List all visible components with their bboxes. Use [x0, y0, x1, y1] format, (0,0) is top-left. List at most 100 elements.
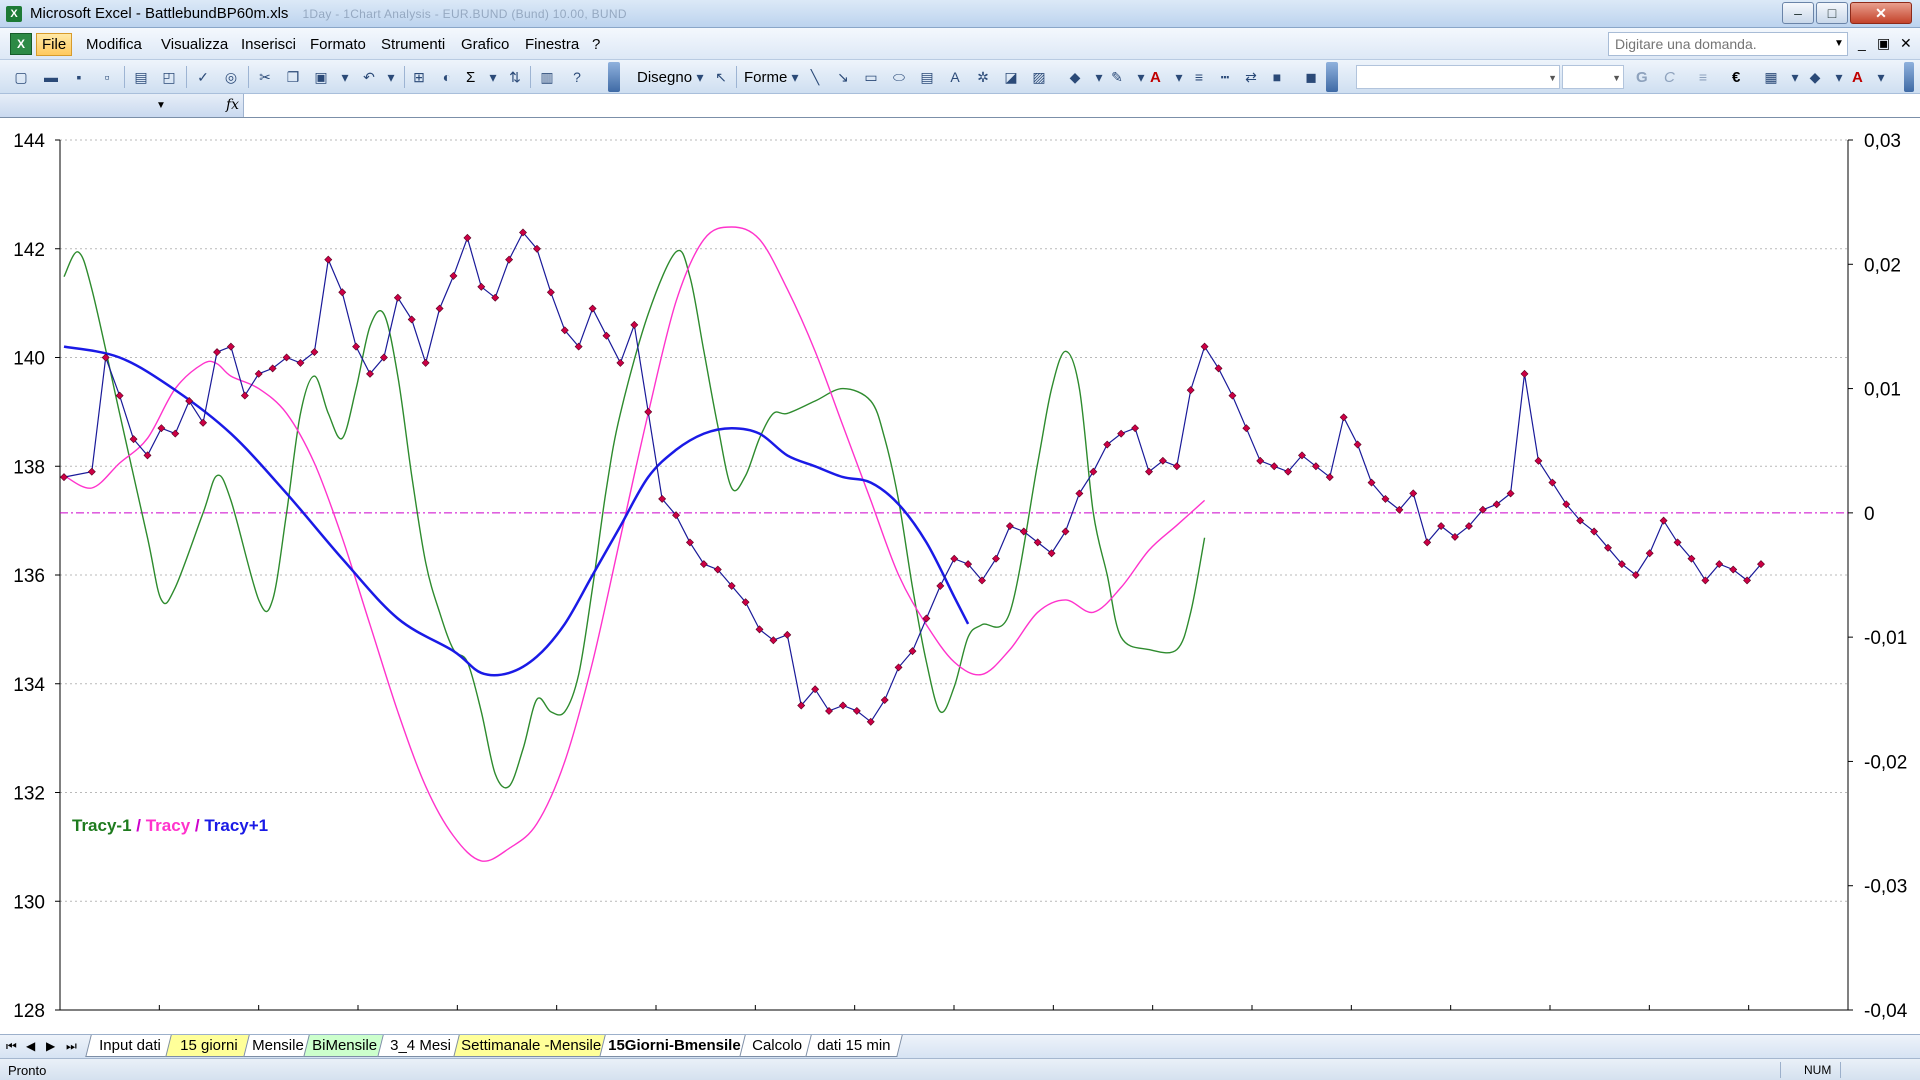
cut-icon[interactable]: ✂	[256, 68, 274, 86]
minimize-button[interactable]: –	[1782, 2, 1814, 24]
price-marker[interactable]	[407, 315, 416, 324]
borders-icon[interactable]: ▦	[1762, 68, 1780, 86]
dash-style-icon[interactable]: ┅	[1216, 68, 1234, 86]
italic-button[interactable]: C	[1664, 69, 1675, 86]
price-marker[interactable]	[393, 293, 402, 302]
copy-icon[interactable]: ❐	[284, 68, 302, 86]
chart[interactable]: 128 130 132 134 136 138 140 142 144 -0,04 -0,03 -0,…	[0, 118, 1920, 1034]
price-marker[interactable]	[421, 358, 430, 367]
price-marker[interactable]	[352, 342, 361, 351]
line-style-icon[interactable]: ≡	[1190, 68, 1208, 86]
align-icon[interactable]: ≡	[1694, 68, 1712, 86]
price-marker[interactable]	[1061, 527, 1070, 536]
sheet-tab[interactable]: dati 15 min	[805, 1035, 903, 1057]
draw-menu-button[interactable]: Disegno	[637, 69, 692, 86]
undo-icon[interactable]: ↶	[360, 68, 378, 86]
arrow-icon[interactable]: ↘	[834, 68, 852, 86]
shapes-menu-button[interactable]: Forme	[744, 69, 787, 86]
print-icon[interactable]: ▤	[132, 68, 150, 86]
price-marker[interactable]	[1270, 462, 1279, 471]
menu-modifica[interactable]: Modifica	[82, 35, 146, 54]
draw-dropdown-icon[interactable]: ▾	[691, 68, 709, 86]
first-sheet-button[interactable]: ⏮	[6, 1039, 17, 1054]
price-marker[interactable]	[449, 271, 458, 280]
permission-icon[interactable]: ▫	[98, 68, 116, 86]
font-name-combo[interactable]: ▼	[1356, 65, 1560, 89]
doc-minimize-button[interactable]: _	[1858, 35, 1866, 51]
price-marker[interactable]	[1256, 456, 1265, 465]
price-marker[interactable]	[616, 358, 625, 367]
price-marker[interactable]	[87, 467, 96, 476]
price-marker[interactable]	[644, 407, 653, 416]
price-marker[interactable]	[171, 429, 180, 438]
price-marker[interactable]	[463, 233, 472, 242]
price-marker[interactable]	[588, 304, 597, 313]
doc-close-button[interactable]: ✕	[1900, 35, 1912, 52]
price-marker[interactable]	[1089, 467, 1098, 476]
help-question-input[interactable]	[1608, 32, 1848, 56]
spelling-icon[interactable]: ✓	[194, 68, 212, 86]
paste-icon[interactable]: ▣	[312, 68, 330, 86]
price-marker[interactable]	[936, 581, 945, 590]
menu-help[interactable]: ?	[588, 35, 604, 54]
print-preview-icon[interactable]: ◰	[160, 68, 178, 86]
fill-color-icon[interactable]: ◆	[1066, 68, 1084, 86]
sheet-tab[interactable]: 3_4 Mesi	[377, 1035, 463, 1057]
price-marker[interactable]	[1520, 369, 1529, 378]
menu-strumenti[interactable]: Strumenti	[377, 35, 449, 54]
toolbar-grip[interactable]	[608, 62, 620, 92]
help-icon[interactable]: ?	[568, 68, 586, 86]
toolbar-grip[interactable]	[1904, 62, 1914, 92]
insert-function-icon[interactable]: fx	[226, 97, 239, 113]
price-marker[interactable]	[1353, 440, 1362, 449]
price-marker[interactable]	[783, 630, 792, 639]
price-marker[interactable]	[1005, 522, 1014, 531]
new-icon[interactable]: ▢	[12, 68, 30, 86]
menu-grafico[interactable]: Grafico	[457, 35, 513, 54]
price-marker[interactable]	[213, 348, 221, 357]
hyperlink-icon[interactable]: ◐	[438, 68, 456, 86]
price-marker[interactable]	[1242, 424, 1251, 433]
price-marker[interactable]	[254, 369, 263, 378]
toolbar-grip[interactable]	[1326, 62, 1338, 92]
workbook-icon[interactable]: X	[10, 33, 32, 55]
maximize-button[interactable]: □	[1816, 2, 1848, 24]
autosum-dropdown-icon[interactable]: ▾	[484, 68, 502, 86]
bold-button[interactable]: G	[1636, 69, 1648, 86]
fill-color-dropdown-icon[interactable]: ▾	[1830, 68, 1848, 86]
price-marker[interactable]	[950, 554, 959, 563]
autosum-icon[interactable]: Σ	[466, 69, 475, 86]
sort-icon[interactable]: ⇅	[506, 68, 524, 86]
price-marker[interactable]	[1200, 342, 1209, 351]
price-marker[interactable]	[60, 473, 68, 482]
price-marker[interactable]	[338, 288, 347, 297]
price-marker[interactable]	[1548, 478, 1557, 487]
euro-button[interactable]: €	[1732, 69, 1740, 86]
menu-formato[interactable]: Formato	[306, 35, 370, 54]
price-marker[interactable]	[226, 342, 235, 351]
price-marker[interactable]	[1339, 413, 1348, 422]
line-icon[interactable]: ╲	[806, 68, 824, 86]
price-marker[interactable]	[324, 255, 333, 264]
price-marker[interactable]	[880, 696, 889, 705]
font-color-icon[interactable]: A	[1150, 69, 1161, 86]
sheet-tab[interactable]: 15 giorni	[165, 1035, 253, 1057]
undo-dropdown-icon[interactable]: ▾	[382, 68, 400, 86]
price-marker[interactable]	[1645, 549, 1654, 558]
price-marker[interactable]	[505, 255, 514, 264]
price-marker[interactable]	[1214, 364, 1223, 373]
excel-app-icon[interactable]: X	[6, 5, 22, 22]
price-marker[interactable]	[992, 554, 1000, 563]
pointer-icon[interactable]: ↖	[712, 68, 730, 86]
price-marker[interactable]	[602, 331, 611, 340]
paste-dropdown-icon[interactable]: ▾	[336, 68, 354, 86]
price-marker[interactable]	[435, 304, 444, 313]
price-marker[interactable]	[199, 418, 208, 427]
line-color-dropdown-icon[interactable]: ▾	[1132, 68, 1150, 86]
legend[interactable]: Tracy-1 / Tracy / Tracy+1	[72, 816, 268, 835]
chart-wizard-icon[interactable]: ⊞	[410, 68, 428, 86]
rectangle-icon[interactable]: ▭	[862, 68, 880, 86]
price-marker[interactable]	[240, 391, 249, 400]
font-color-dropdown-icon[interactable]: ▾	[1170, 68, 1188, 86]
close-button[interactable]: ✕	[1850, 2, 1912, 24]
